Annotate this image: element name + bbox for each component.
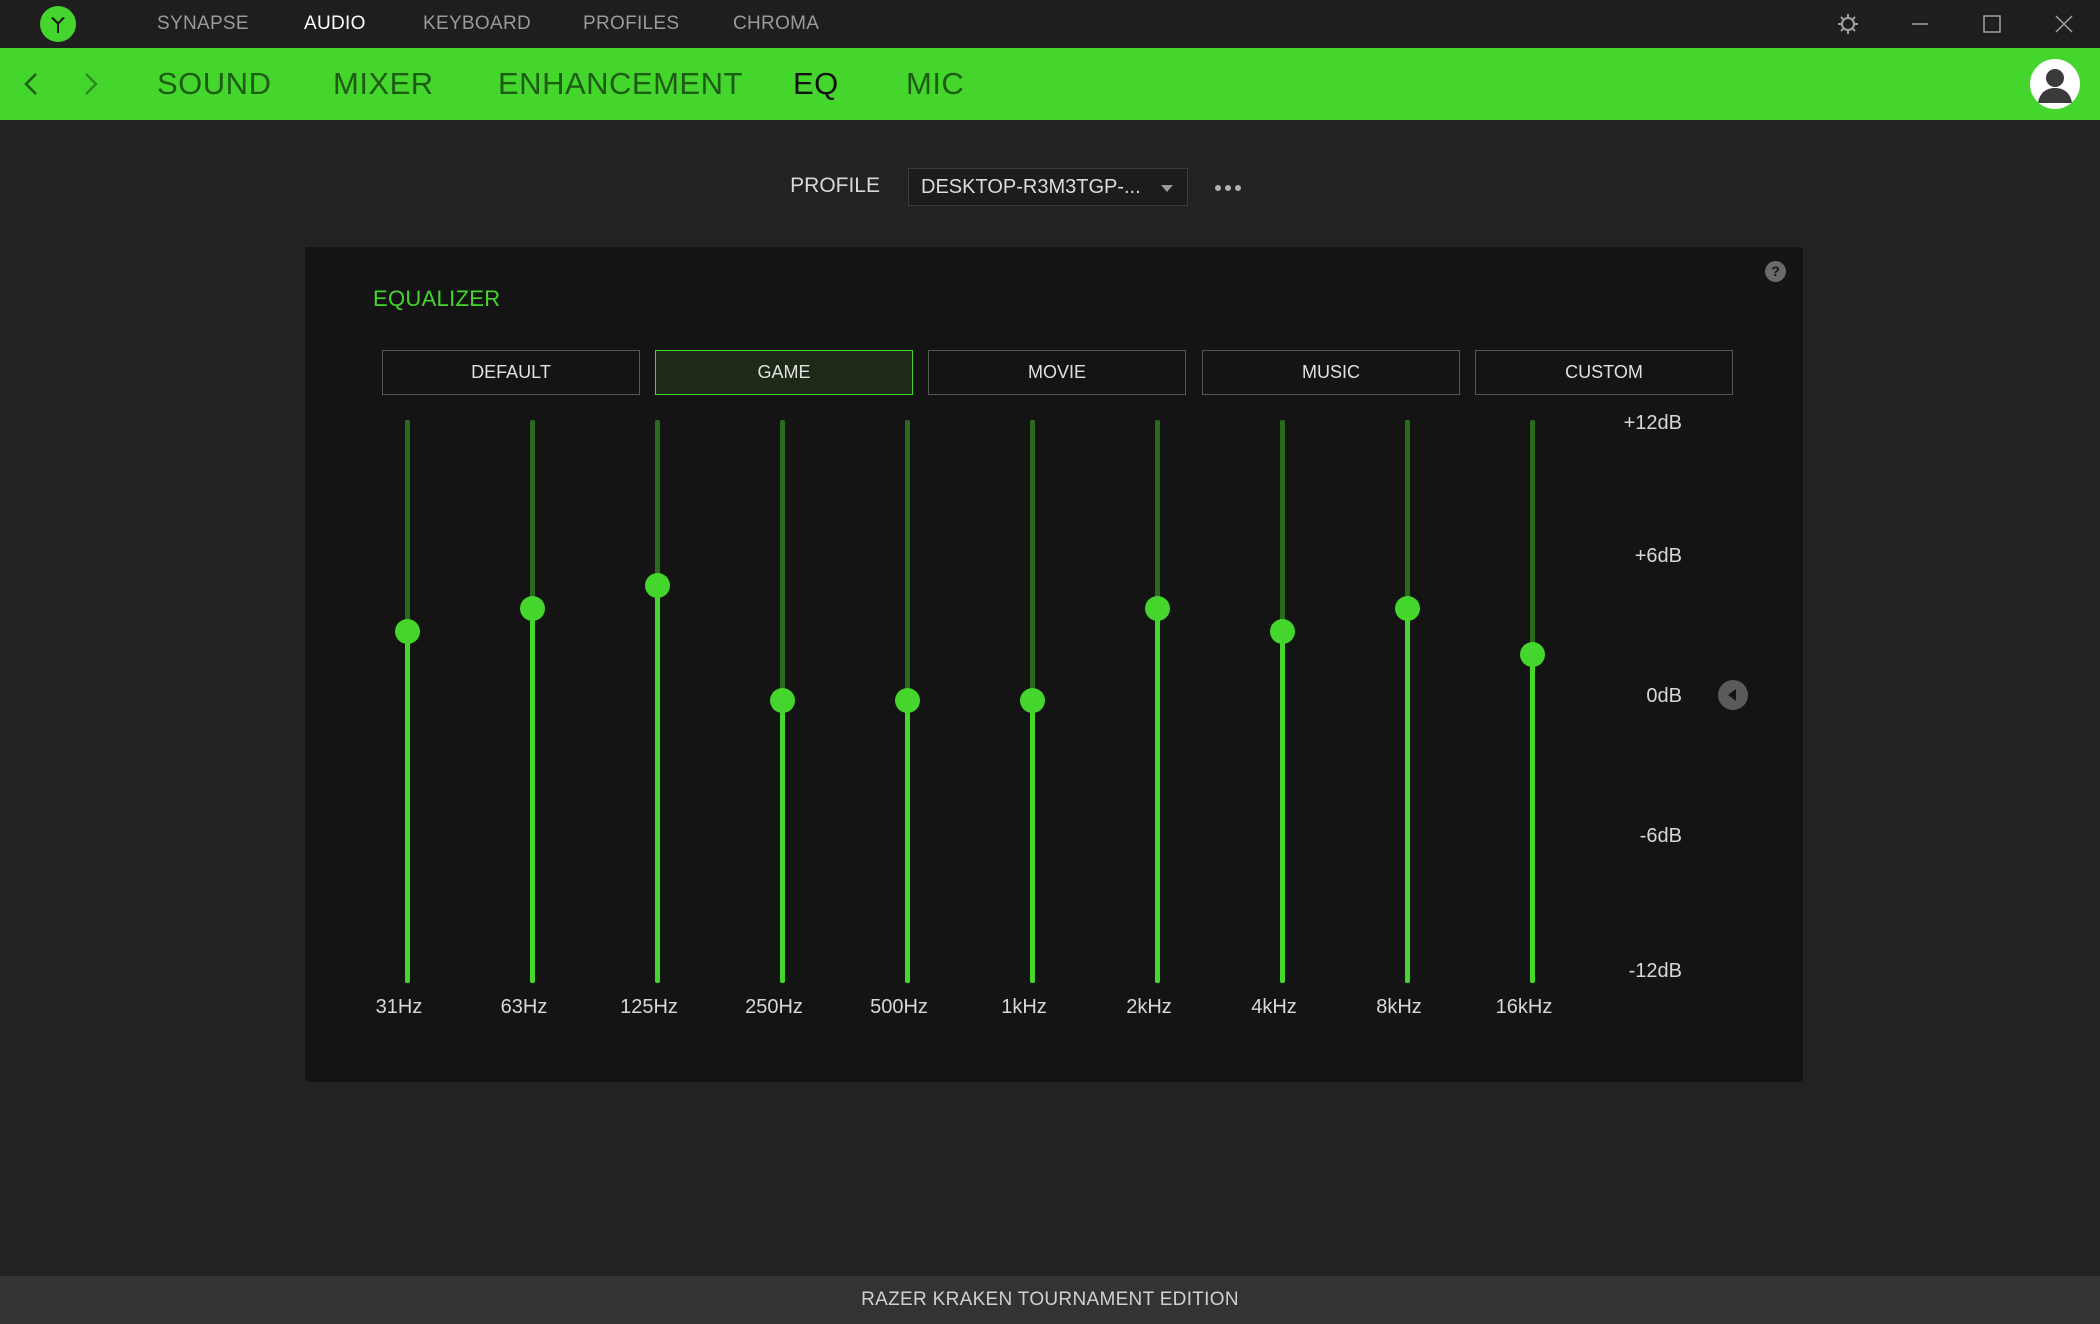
db-scale-label: +6dB xyxy=(1634,545,1682,567)
eq-slider-track-8khz[interactable] xyxy=(1395,420,1420,983)
device-name-footer: RAZER KRAKEN TOURNAMENT EDITION xyxy=(0,1276,2100,1324)
eq-slider-knob-16khz[interactable] xyxy=(1520,641,1545,667)
eq-slider-fill xyxy=(405,631,410,983)
user-avatar-icon[interactable] xyxy=(2030,59,2080,109)
preset-button-music[interactable]: MUSIC xyxy=(1202,350,1460,395)
eq-slider-fill xyxy=(1030,700,1035,983)
eq-slider-track-1khz[interactable] xyxy=(1020,420,1045,983)
eq-band-label: 4kHz xyxy=(1251,996,1297,1018)
preset-button-custom[interactable]: CUSTOM xyxy=(1475,350,1733,395)
eq-slider-knob-2khz[interactable] xyxy=(1145,595,1170,621)
eq-slider-knob-8khz[interactable] xyxy=(1395,595,1420,621)
tab-enhancement[interactable]: ENHANCEMENT xyxy=(498,48,743,120)
eq-slider-fill xyxy=(1405,608,1410,983)
eq-band-label: 31Hz xyxy=(375,996,423,1018)
tab-sound[interactable]: SOUND xyxy=(157,48,271,120)
eq-slider-knob-500hz[interactable] xyxy=(895,687,920,713)
eq-slider-fill xyxy=(1155,608,1160,983)
close-icon[interactable] xyxy=(2046,6,2082,42)
eq-slider-track-16khz[interactable] xyxy=(1520,420,1545,983)
eq-slider-track-125hz[interactable] xyxy=(645,420,670,983)
tab-eq[interactable]: EQ xyxy=(793,48,839,120)
settings-icon[interactable] xyxy=(1830,6,1866,42)
eq-slider-track-31hz[interactable] xyxy=(395,420,420,983)
preset-button-game[interactable]: GAME xyxy=(655,350,913,395)
eq-band-label: 500Hz xyxy=(870,996,928,1018)
minimize-icon[interactable] xyxy=(1902,6,1938,42)
eq-slider-fill xyxy=(530,608,535,983)
sub-nav-bar xyxy=(0,48,2100,120)
eq-slider-track-250hz[interactable] xyxy=(770,420,795,983)
tab-mic[interactable]: MIC xyxy=(906,48,964,120)
db-scale-label: -12dB xyxy=(1628,960,1682,982)
maximize-icon[interactable] xyxy=(1974,6,2010,42)
eq-slider-knob-250hz[interactable] xyxy=(770,687,795,713)
eq-slider-knob-63hz[interactable] xyxy=(520,595,545,621)
equalizer-title: EQUALIZER xyxy=(373,286,501,311)
eq-slider-track-500hz[interactable] xyxy=(895,420,920,983)
tab-mixer[interactable]: MIXER xyxy=(333,48,434,120)
forward-arrow-icon[interactable] xyxy=(68,62,112,106)
profile-dropdown-value: DESKTOP-R3M3TGP-... xyxy=(921,176,1141,198)
preset-button-movie[interactable]: MOVIE xyxy=(928,350,1186,395)
eq-slider-fill xyxy=(1530,654,1535,983)
top-nav-synapse[interactable]: SYNAPSE xyxy=(157,0,249,48)
eq-slider-knob-31hz[interactable] xyxy=(395,618,420,644)
chevron-down-icon xyxy=(1161,185,1173,192)
eq-slider-fill xyxy=(905,700,910,983)
eq-slider-fill xyxy=(655,585,660,983)
eq-slider-knob-125hz[interactable] xyxy=(645,572,670,598)
profile-dropdown[interactable]: DESKTOP-R3M3TGP-... xyxy=(908,168,1188,206)
eq-band-label: 16kHz xyxy=(1495,996,1553,1018)
back-arrow-icon[interactable] xyxy=(10,62,54,106)
top-nav-keyboard[interactable]: KEYBOARD xyxy=(423,0,531,48)
db-scale-label: +12dB xyxy=(1623,412,1682,434)
eq-slider-fill xyxy=(1280,631,1285,983)
eq-band-label: 125Hz xyxy=(620,996,678,1018)
db-scale-label: -6dB xyxy=(1639,825,1682,847)
eq-slider-track-2khz[interactable] xyxy=(1145,420,1170,983)
eq-band-label: 250Hz xyxy=(745,996,803,1018)
razer-logo-icon[interactable] xyxy=(40,6,76,42)
top-nav-chroma[interactable]: CHROMA xyxy=(733,0,819,48)
eq-slider-knob-4khz[interactable] xyxy=(1270,618,1295,644)
eq-slider-fill xyxy=(780,700,785,983)
top-nav-profiles[interactable]: PROFILES xyxy=(583,0,679,48)
eq-slider-track-63hz[interactable] xyxy=(520,420,545,983)
eq-band-label: 8kHz xyxy=(1376,996,1422,1018)
preset-button-default[interactable]: DEFAULT xyxy=(382,350,640,395)
ellipsis-icon[interactable] xyxy=(1208,170,1248,206)
eq-band-label: 63Hz xyxy=(500,996,548,1018)
eq-slider-track-4khz[interactable] xyxy=(1270,420,1295,983)
eq-band-label: 2kHz xyxy=(1126,996,1172,1018)
top-nav-audio[interactable]: AUDIO xyxy=(304,0,366,48)
db-scale-label: 0dB xyxy=(1646,685,1682,707)
eq-slider-knob-1khz[interactable] xyxy=(1020,687,1045,713)
reset-arrow-icon[interactable] xyxy=(1718,680,1748,710)
profile-label: PROFILE xyxy=(790,174,880,197)
eq-band-label: 1kHz xyxy=(1001,996,1047,1018)
help-icon[interactable]: ? xyxy=(1765,261,1786,282)
